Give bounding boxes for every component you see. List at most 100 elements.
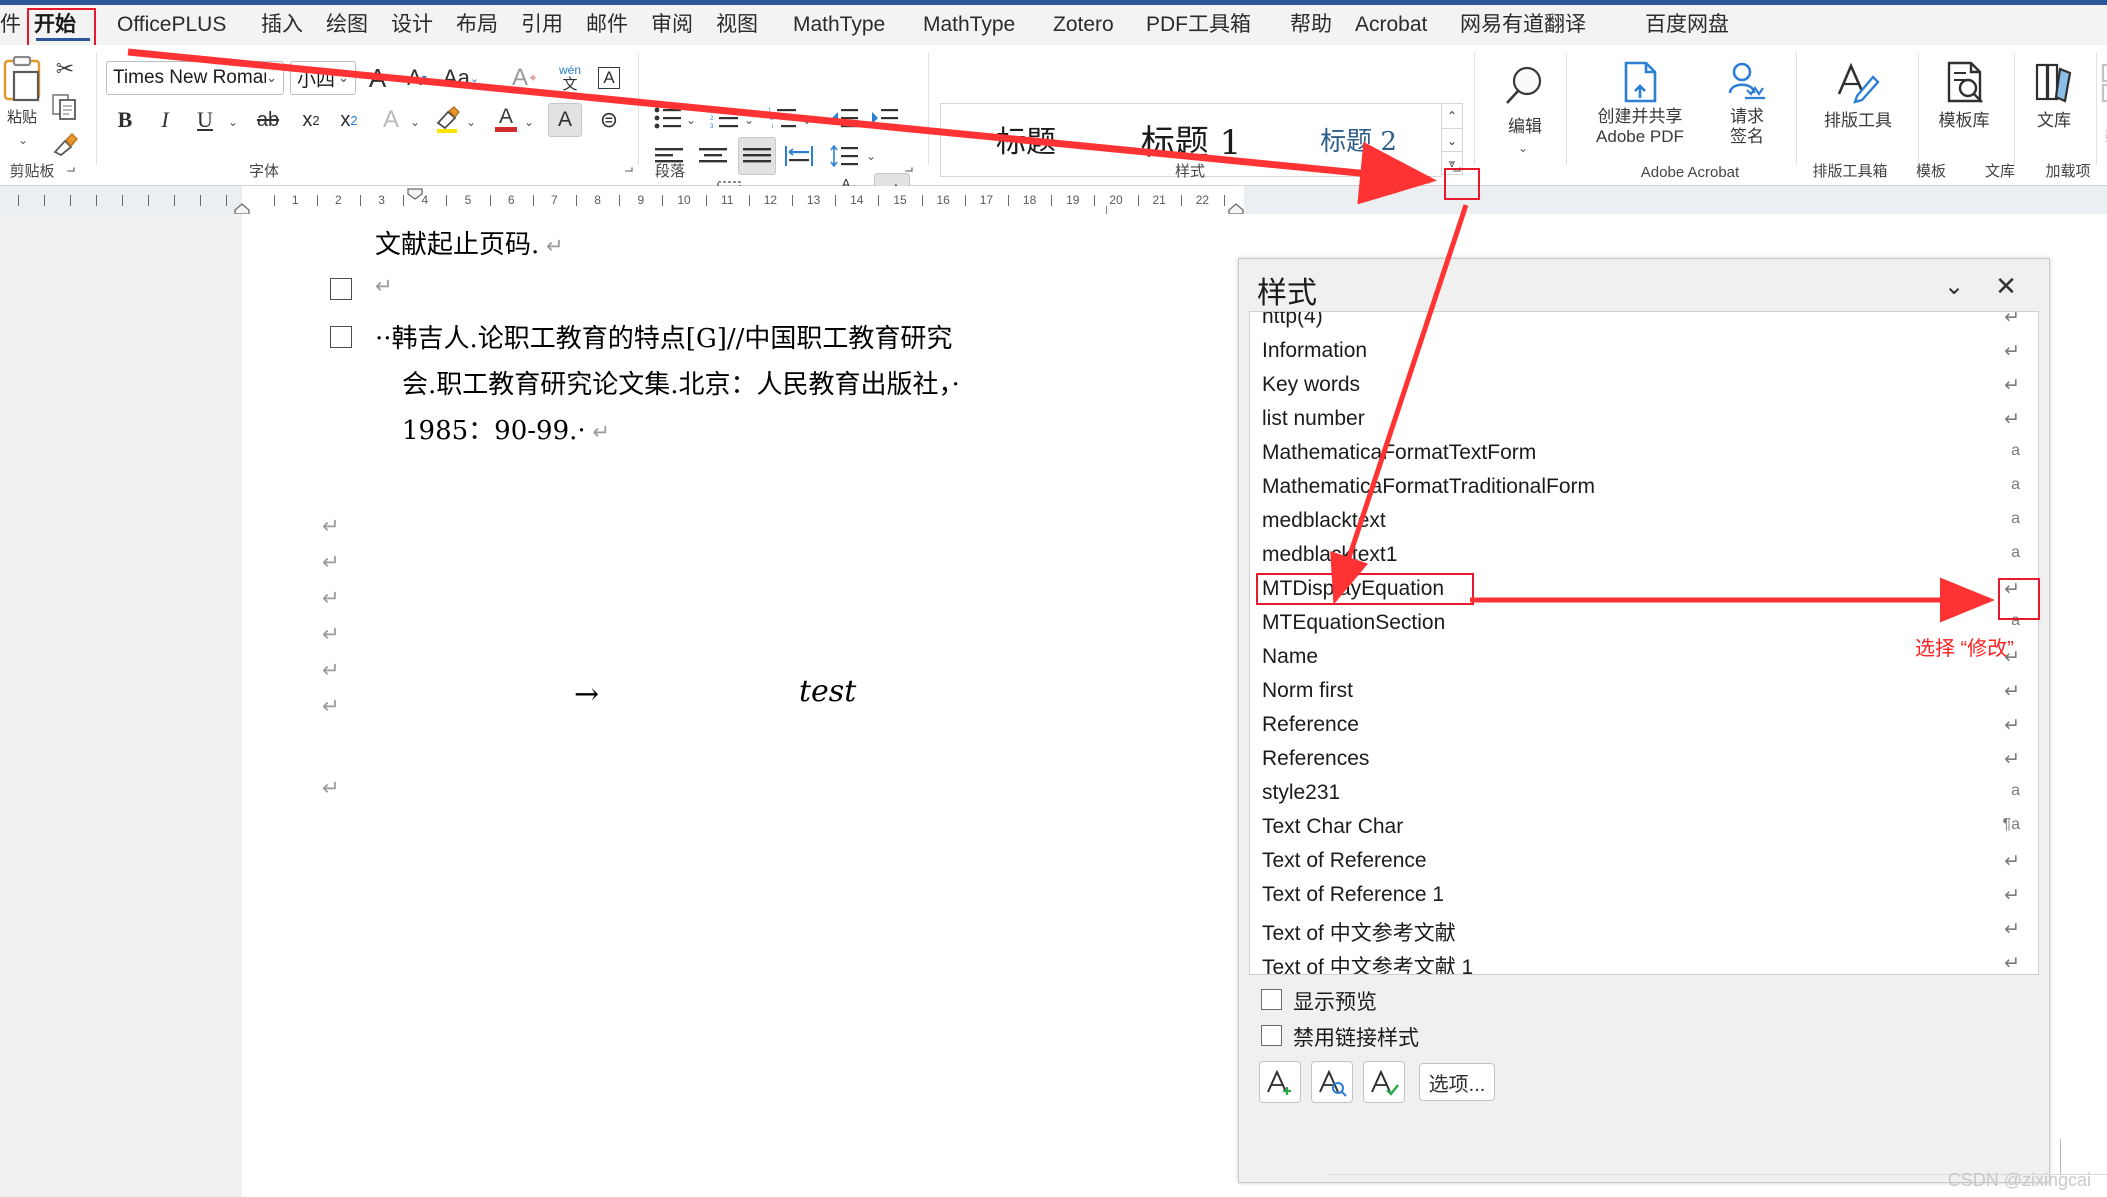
first-line-indent-marker[interactable] <box>407 187 423 205</box>
ribbon-tab-17[interactable]: 网易有道翻译 <box>1460 5 1586 45</box>
style-list-item[interactable]: medblacktext a <box>1250 504 2038 538</box>
ribbon-tab-15[interactable]: 帮助 <box>1290 5 1332 45</box>
shrink-font-button[interactable]: A ▾ <box>400 61 434 95</box>
dialog-launcher-clipboard[interactable]: ⌐ <box>62 161 80 179</box>
ribbon-tab-4[interactable]: 绘图 <box>326 5 368 45</box>
ribbon-tab-3[interactable]: 插入 <box>261 5 303 45</box>
manage-styles-button[interactable] <box>1363 1061 1405 1103</box>
bold-button[interactable]: B <box>108 103 142 137</box>
library-books-icon[interactable] <box>2018 59 2090 105</box>
style-list-item[interactable]: Text of 中文参考文献 ↵ <box>1250 912 2038 946</box>
superscript-button[interactable]: x2 <box>332 103 366 137</box>
dialog-launcher-paragraph[interactable]: ⌐ <box>900 161 918 179</box>
style-list-item[interactable]: Text of Reference 1 ↵ <box>1250 878 2038 912</box>
ribbon-tab-2[interactable]: OfficePLUS <box>117 5 226 45</box>
highlight-icon[interactable] <box>430 103 466 137</box>
paste-icon[interactable] <box>0 53 50 105</box>
distribute-icon[interactable] <box>782 141 816 171</box>
ribbon-tab-16[interactable]: Acrobat <box>1355 5 1427 45</box>
copy-icon[interactable] <box>48 93 82 121</box>
style-list-item[interactable]: style231 a <box>1250 776 2038 810</box>
multilevel-chevron-down-icon[interactable]: ⌄ <box>802 113 812 127</box>
style-list-item[interactable]: Text of Reference ↵ <box>1250 844 2038 878</box>
bullets-icon[interactable] <box>652 103 684 133</box>
enclose-character-button[interactable]: ⊜ <box>592 103 626 137</box>
align-center-icon[interactable] <box>696 141 730 171</box>
options-button[interactable]: 选项... <box>1419 1063 1495 1101</box>
show-preview-checkbox[interactable] <box>1261 989 1282 1010</box>
numbering-icon[interactable]: 1 2 3 <box>708 103 742 133</box>
text-effects-button[interactable]: A <box>374 103 408 137</box>
ribbon-tab-5[interactable]: 设计 <box>391 5 433 45</box>
template-search-icon[interactable] <box>1922 59 2006 105</box>
pdf-share-icon[interactable] <box>1588 59 1692 105</box>
ribbon-tab-14[interactable]: PDF工具箱 <box>1146 5 1251 45</box>
line-spacing-chevron-down-icon[interactable]: ⌄ <box>866 149 876 163</box>
bullets-chevron-down-icon[interactable]: ⌄ <box>686 113 696 127</box>
new-style-button[interactable] <box>1259 1061 1301 1103</box>
font-color-icon[interactable]: A <box>488 101 524 137</box>
document-page[interactable]: 文献起止页码. ↵ ↵ ··韩吉人.论职工教育的特点[G]//中国职工教育研究 会.… <box>242 214 1244 1197</box>
disable-linked-styles-checkbox[interactable] <box>1261 1025 1282 1046</box>
strikethrough-button[interactable]: ab <box>250 103 286 137</box>
style-list-item[interactable]: Text of 中文参考文献 1 ↵ <box>1250 946 2038 974</box>
style-gallery-item-2[interactable]: 标题 2 <box>1281 104 1436 174</box>
style-list-item[interactable]: MathematicaFormatTextForm a <box>1250 436 2038 470</box>
underline-chevron-down-icon[interactable]: ⌄ <box>228 115 238 129</box>
ribbon-tab-7[interactable]: 引用 <box>521 5 563 45</box>
ribbon-tab-18[interactable]: 百度网盘 <box>1645 5 1729 45</box>
align-justify-icon[interactable] <box>738 137 776 175</box>
paste-chevron-down-icon[interactable]: ⌄ <box>18 133 28 147</box>
signature-icon[interactable] <box>1706 59 1788 105</box>
clear-formatting-button[interactable]: A ✦ <box>508 61 542 95</box>
character-shading-button[interactable]: A <box>548 103 582 137</box>
typeset-pen-icon[interactable] <box>1808 59 1908 105</box>
style-list-item[interactable]: Reference ↵ <box>1250 708 2038 742</box>
style-list-item[interactable]: Information ↵ <box>1250 334 2038 368</box>
style-gallery-item-0[interactable]: 标题 <box>951 104 1101 174</box>
style-list-item[interactable]: http(4) ↵ <box>1250 312 2038 334</box>
styles-pane[interactable]: 样式 ⌄ ✕ http(4) ↵ Information ↵ Key words ↵ lis… <box>1238 258 2050 1183</box>
style-list-item[interactable]: Norm first ↵ <box>1250 674 2038 708</box>
grow-font-button[interactable]: A ▲ <box>366 61 400 95</box>
ribbon-tab-11[interactable]: MathType <box>793 5 885 45</box>
ribbon-tab-9[interactable]: 审阅 <box>651 5 693 45</box>
increase-indent-icon[interactable] <box>868 103 900 133</box>
style-inspector-button[interactable] <box>1311 1061 1353 1103</box>
ribbon-tab-13[interactable]: Zotero <box>1053 5 1114 45</box>
style-list-item[interactable]: medblacktext1 a <box>1250 538 2038 572</box>
search-icon[interactable] <box>1494 61 1556 113</box>
chevron-down-icon[interactable]: ⌄ <box>1939 271 1969 301</box>
gallery-scroll-down-button[interactable]: ⌄ <box>1442 128 1462 152</box>
ribbon-tab-0[interactable]: 件 <box>0 5 21 45</box>
character-border-button[interactable]: A <box>592 61 626 95</box>
cut-icon[interactable]: ✂ <box>48 55 82 83</box>
dialog-launcher-font[interactable]: ⌐ <box>620 161 638 179</box>
ruler[interactable]: 1 2 3 4 5 6 7 8 9 10 11 12 13 14 15 16 17 18 19 20 21 22 ⊥ <box>0 186 2107 218</box>
ribbon-tab-8[interactable]: 邮件 <box>586 5 628 45</box>
chevron-down-icon[interactable]: ⌄ <box>338 70 355 86</box>
style-list-item[interactable]: References ↵ <box>1250 742 2038 776</box>
gallery-scroll-up-button[interactable]: ⌃ <box>1442 104 1462 127</box>
numbering-chevron-down-icon[interactable]: ⌄ <box>744 113 754 127</box>
editing-chevron-down-icon[interactable]: ⌄ <box>1518 141 1528 155</box>
phonetic-guide-button[interactable]: wén 文 <box>548 59 592 95</box>
decrease-indent-icon[interactable] <box>828 103 860 133</box>
font-name-combo[interactable]: Times New Roman ⌄ <box>106 61 284 95</box>
ribbon-tab-10[interactable]: 视图 <box>716 5 758 45</box>
italic-button[interactable]: I <box>148 103 182 137</box>
subscript-button[interactable]: x2 <box>294 103 328 137</box>
style-list-item[interactable]: list number ↵ <box>1250 402 2038 436</box>
underline-button[interactable]: U <box>188 103 222 137</box>
line-spacing-icon[interactable] <box>828 141 862 171</box>
ribbon-tab-12[interactable]: MathType <box>923 5 1015 45</box>
style-list-item[interactable]: Text Char Char ¶a <box>1250 810 2038 844</box>
multilevel-list-icon[interactable]: 1 a i <box>766 103 800 133</box>
style-list-item[interactable]: MathematicaFormatTraditionalForm a <box>1250 470 2038 504</box>
font-size-combo[interactable]: 小四 ⌄ <box>290 61 356 95</box>
close-icon[interactable]: ✕ <box>1991 271 2021 301</box>
highlight-chevron-down-icon[interactable]: ⌄ <box>466 115 476 129</box>
text-effects-chevron-down-icon[interactable]: ⌄ <box>410 115 420 129</box>
change-case-button[interactable]: Aa ⌄ <box>440 61 482 95</box>
chevron-down-icon[interactable]: ⌄ <box>266 70 283 86</box>
